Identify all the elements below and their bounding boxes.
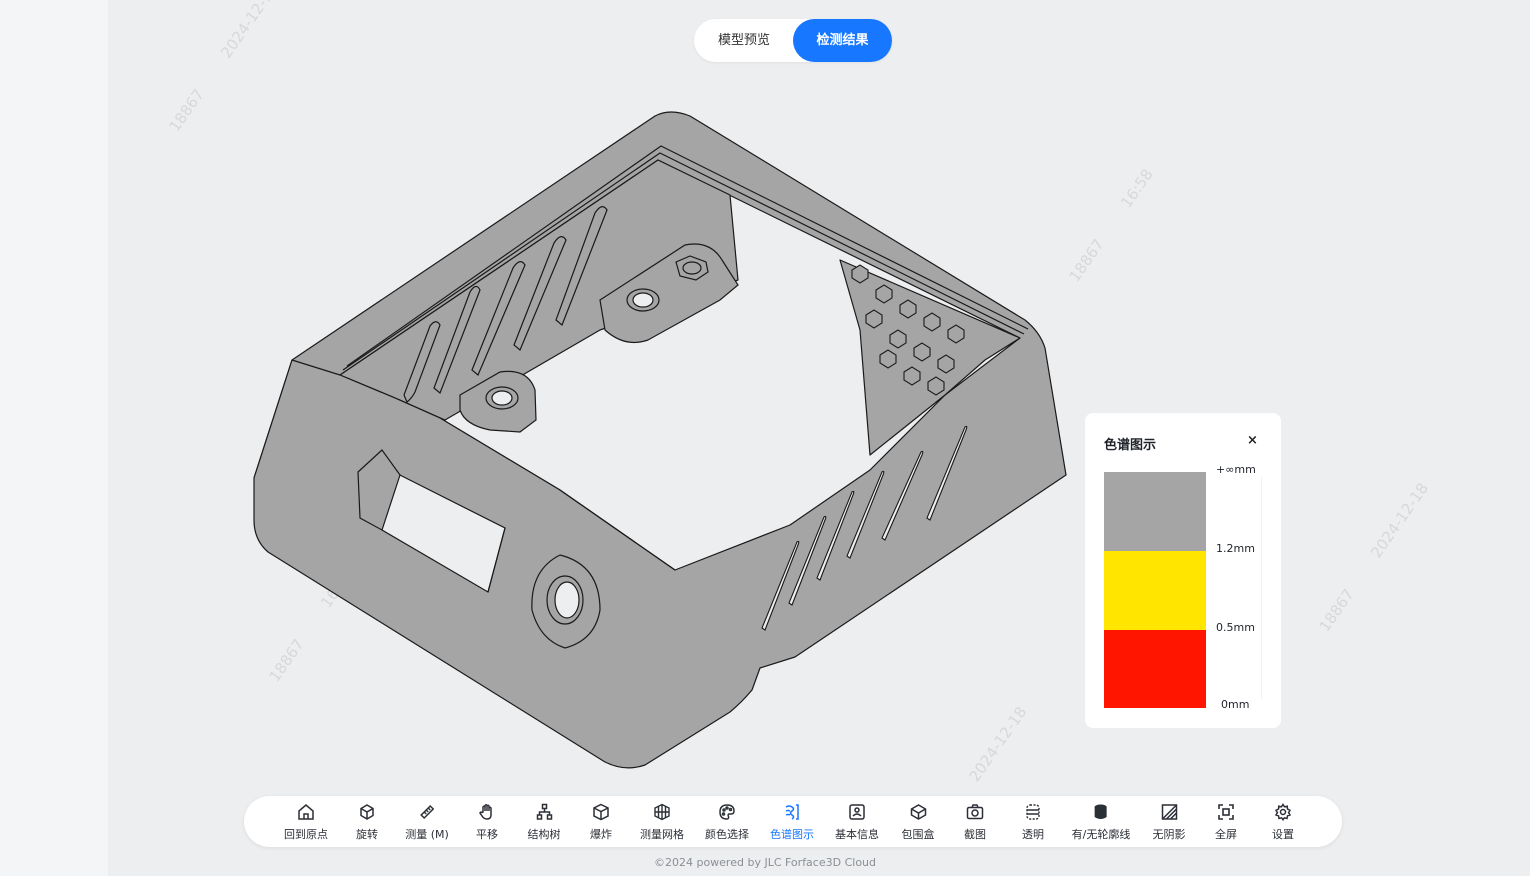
home-icon [298,804,314,820]
fullscreen-button[interactable]: 全屏 [1215,796,1237,847]
palette-icon [719,804,735,820]
rotate-button[interactable]: 旋转 [356,796,378,847]
3d-model-viewport[interactable] [240,100,1080,780]
shadow-icon [1161,804,1177,820]
legend-title: 色谱图示 [1104,438,1157,453]
gear-icon [1274,803,1292,821]
transparent-icon [1026,804,1040,820]
explode-button[interactable]: 爆炸 [590,796,612,847]
bottom-toolbar: 回到原点 旋转 测量 (M) 平移 结构树 爆炸 测量网格 颜色选择 色谱图示 … [244,796,1342,847]
view-tabs: 模型预览 检测结果 [694,19,892,62]
legend-label-1-2mm: 1.2mm [1216,542,1255,555]
measure-button[interactable]: 测量 (M) [405,796,449,847]
color-spectrum-legend: 色谱图示 × +∞mm 1.2mm 0.5mm 0mm [1085,413,1281,728]
info-icon [849,804,865,820]
bounding-box-button[interactable]: 包围盒 [902,796,935,847]
explode-cube-icon [593,803,609,821]
camera-icon [966,804,984,820]
tab-detection-result[interactable]: 检测结果 [793,19,892,62]
legend-label-0mm: 0mm [1221,698,1250,711]
color-select-button[interactable]: 颜色选择 [705,796,749,847]
svg-text:18867: 18867 [166,86,208,135]
svg-text:2024-12-18: 2024-12-18 [217,0,282,61]
tab-model-preview[interactable]: 模型预览 [694,19,794,62]
transparent-button[interactable]: 透明 [1022,796,1044,847]
color-spectrum-button[interactable]: 色谱图示 [770,796,814,847]
tree-icon [536,803,552,820]
legend-close-button[interactable]: × [1247,433,1258,448]
legend-band-yellow [1104,551,1206,630]
rotate-cube-icon [360,804,374,820]
legend-label-infinity: +∞mm [1216,463,1256,476]
ruler-icon [419,804,435,820]
legend-label-0-5mm: 0.5mm [1216,621,1255,634]
bounding-box-icon [910,804,926,820]
legend-axis [1261,477,1262,699]
svg-text:18867: 18867 [1316,586,1358,635]
svg-text:2024-12-18: 2024-12-18 [1367,480,1432,562]
legend-band-gray [1104,472,1206,551]
settings-button[interactable]: 设置 [1272,796,1294,847]
home-button[interactable]: 回到原点 [284,796,328,847]
legend-band-red [1104,630,1206,708]
no-shadow-button[interactable]: 无阴影 [1153,796,1186,847]
left-panel [0,0,108,876]
measure-mesh-button[interactable]: 测量网格 [640,796,684,847]
hand-icon [479,804,492,820]
spectrum-icon [785,804,799,820]
footer-copyright: ©2024 powered by JLC Forface3D Cloud [653,856,877,869]
outline-toggle-button[interactable]: 有/无轮廓线 [1072,796,1130,847]
mesh-icon [654,803,670,821]
pan-button[interactable]: 平移 [476,796,498,847]
legend-color-bar [1104,472,1206,708]
structure-tree-button[interactable]: 结构树 [528,796,561,847]
svg-text:16:58: 16:58 [1117,166,1157,212]
basic-info-button[interactable]: 基本信息 [835,796,879,847]
screenshot-button[interactable]: 截图 [964,796,986,847]
cylinder-icon [1095,804,1107,819]
fullscreen-icon [1218,804,1234,820]
